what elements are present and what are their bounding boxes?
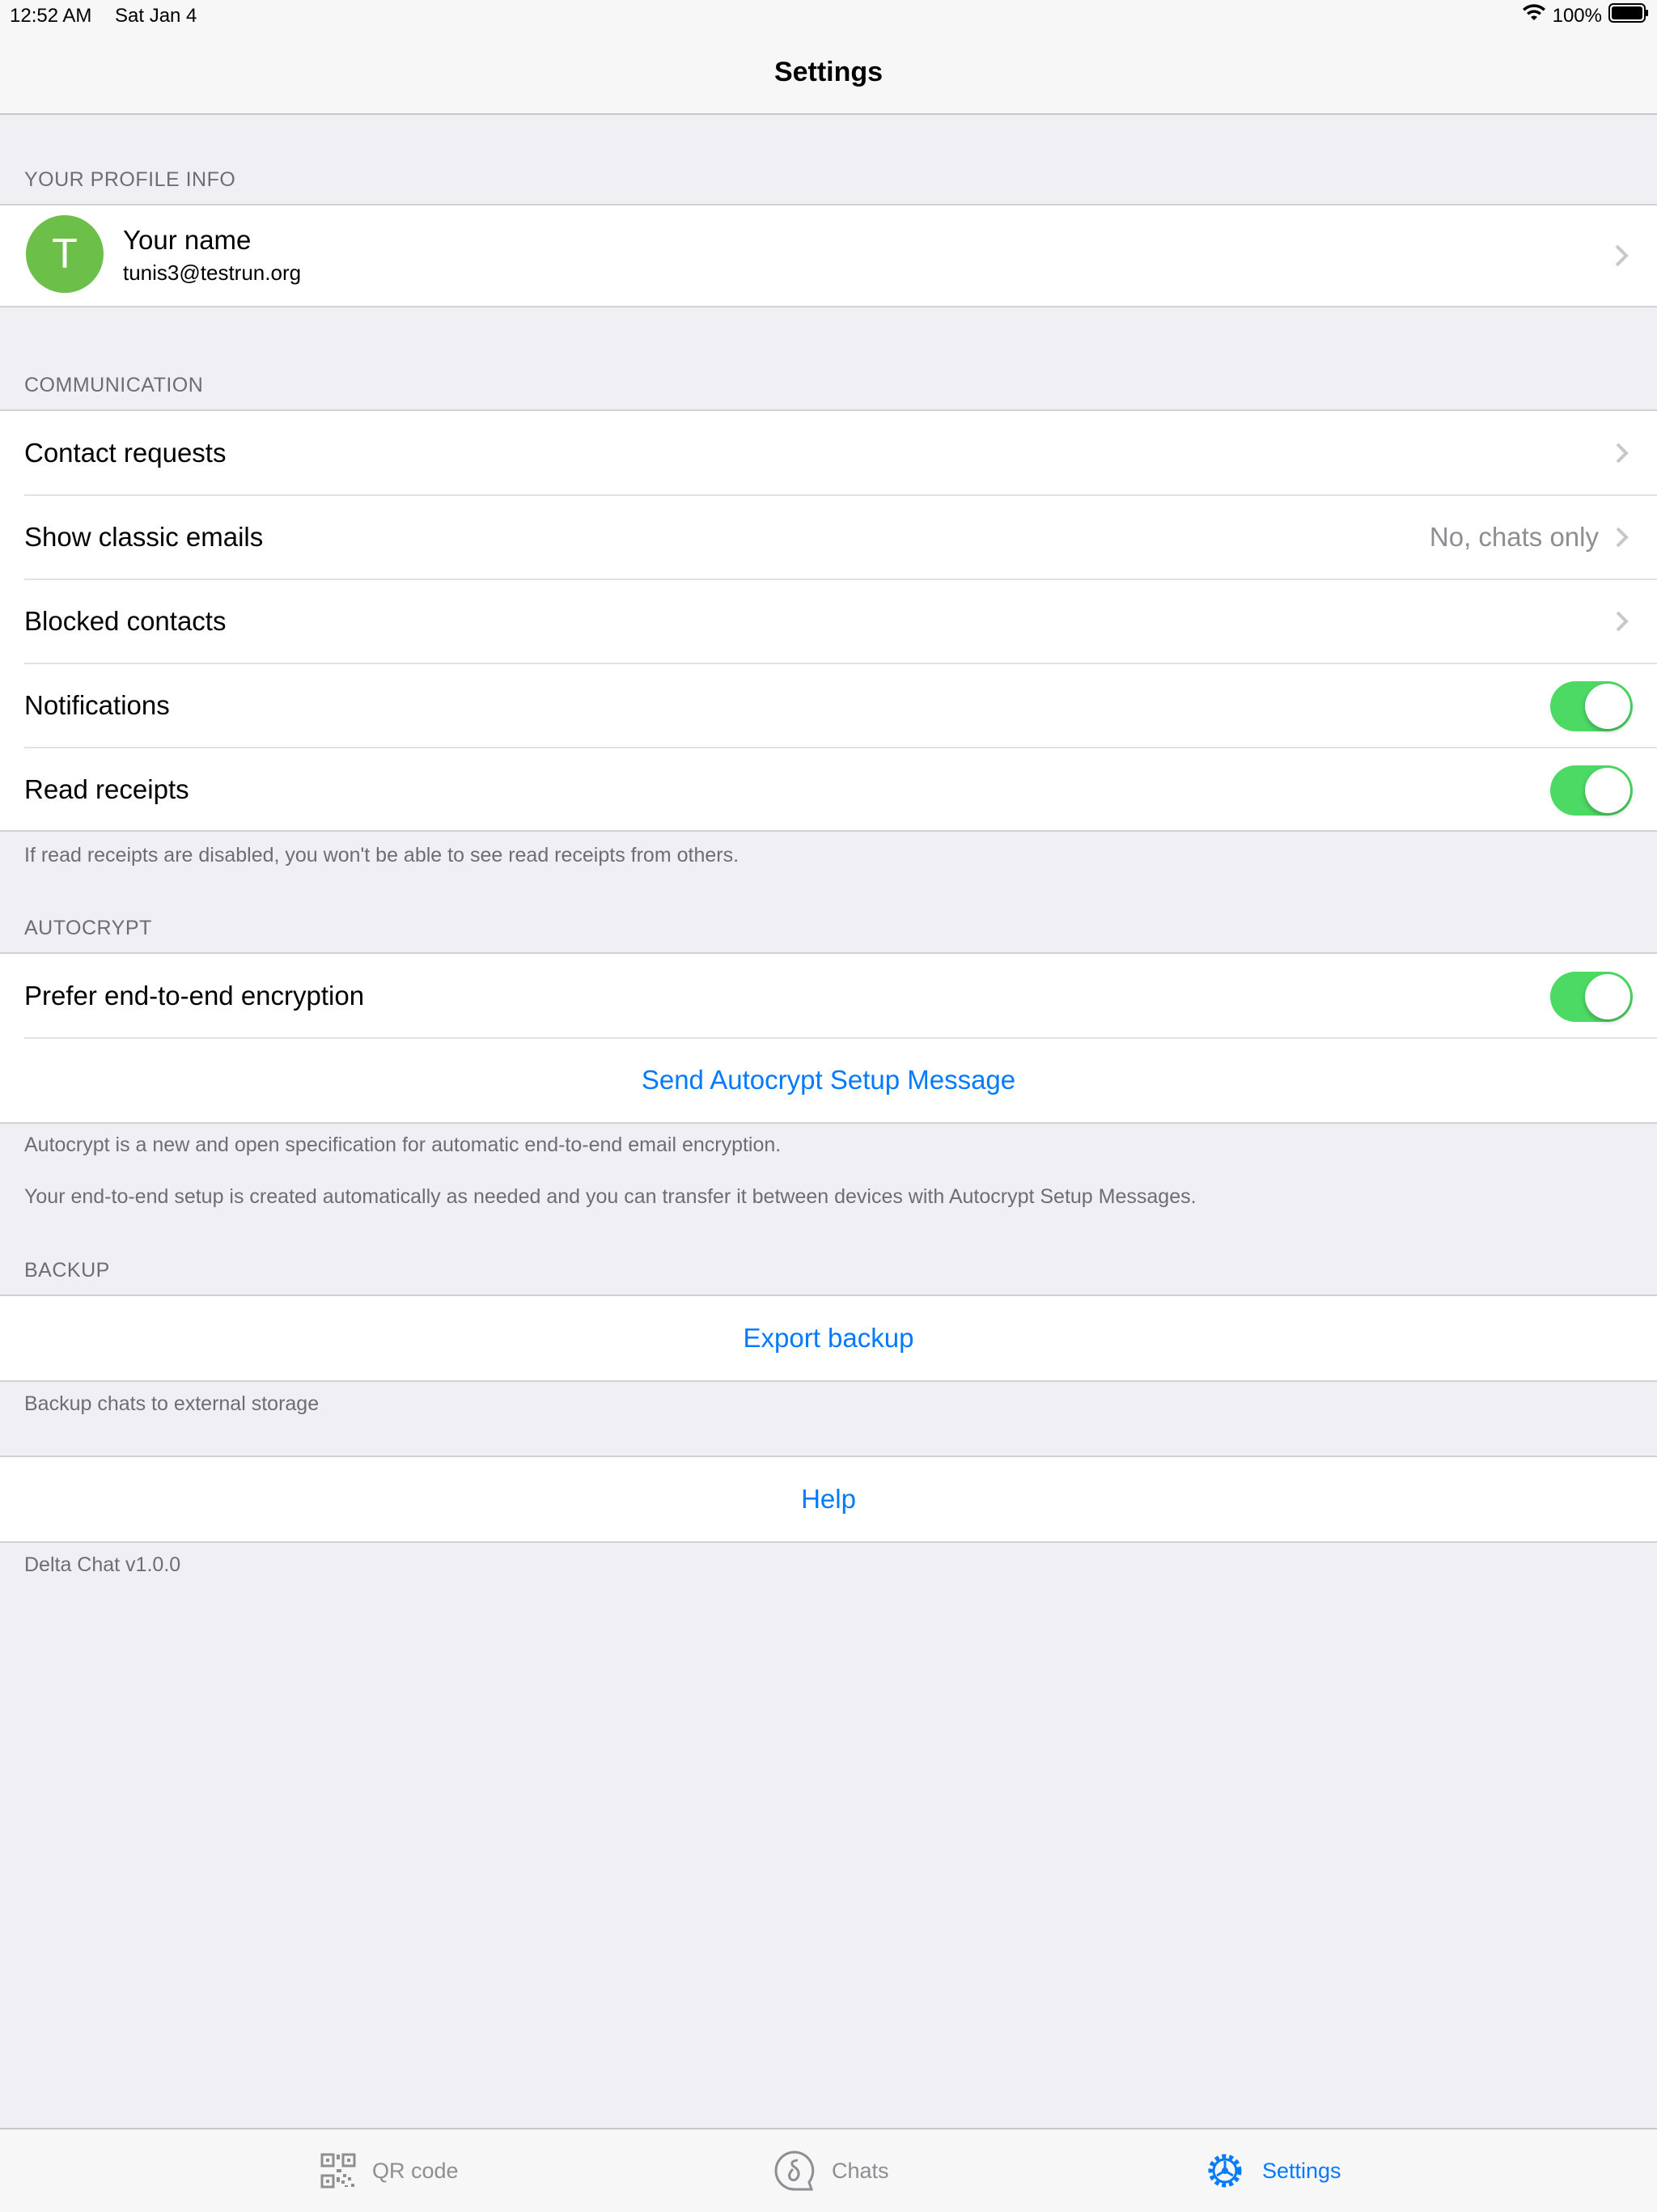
- status-bar: 12:52 AM Sat Jan 4 100%: [0, 0, 1657, 32]
- tab-settings[interactable]: Settings: [1204, 2129, 1341, 2212]
- battery-percent: 100%: [1552, 4, 1602, 27]
- wifi-icon: [1522, 4, 1546, 28]
- tab-chats[interactable]: Chats: [773, 2129, 889, 2212]
- tab-qr-code[interactable]: QR code: [320, 2129, 459, 2212]
- help-button[interactable]: Help: [0, 1456, 1657, 1543]
- gear-icon: [1208, 2154, 1242, 2188]
- status-right: 100%: [1522, 3, 1649, 28]
- autocrypt-group: Prefer end-to-end encryption Send Autocr…: [0, 952, 1657, 1124]
- profile-name: Your name: [123, 225, 252, 255]
- communication-group: Contact requests Show classic emails No,…: [0, 409, 1657, 832]
- show-classic-emails-row[interactable]: Show classic emails No, chats only: [0, 495, 1657, 580]
- read-receipts-toggle[interactable]: [1550, 765, 1633, 816]
- notifications-label: Notifications: [24, 690, 170, 720]
- profile-section-header: YOUR PROFILE INFO: [24, 168, 236, 191]
- help-row: Help: [0, 1457, 1657, 1541]
- backup-footer: Backup chats to external storage: [24, 1392, 320, 1415]
- read-receipts-label: Read receipts: [24, 774, 189, 804]
- prefer-e2e-row: Prefer end-to-end encryption: [0, 954, 1657, 1039]
- qr-code-icon: [320, 2153, 356, 2189]
- chevron-right-icon: [1615, 244, 1629, 267]
- prefer-e2e-toggle[interactable]: [1550, 972, 1633, 1022]
- chats-icon: [774, 2151, 815, 2191]
- chevron-right-icon: [1616, 443, 1629, 464]
- contact-requests-row[interactable]: Contact requests: [0, 411, 1657, 496]
- autocrypt-footer-2: Your end-to-end setup is created automat…: [24, 1185, 1197, 1208]
- battery-icon: [1608, 3, 1649, 28]
- notifications-toggle[interactable]: [1550, 681, 1633, 731]
- status-date: Sat Jan 4: [115, 5, 197, 27]
- contact-requests-label: Contact requests: [24, 438, 227, 468]
- backup-section-header: BACKUP: [24, 1259, 110, 1282]
- chevron-right-icon: [1616, 611, 1629, 632]
- blocked-contacts-label: Blocked contacts: [24, 606, 227, 636]
- export-backup-row: Export backup: [0, 1296, 1657, 1380]
- profile-row[interactable]: [0, 204, 1657, 307]
- chevron-right-icon: [1616, 527, 1629, 548]
- read-receipts-footer: If read receipts are disabled, you won't…: [24, 844, 740, 867]
- show-classic-emails-label: Show classic emails: [24, 522, 264, 552]
- version-label: Delta Chat v1.0.0: [24, 1553, 181, 1576]
- read-receipts-row: Read receipts: [0, 748, 1657, 832]
- blocked-contacts-row[interactable]: Blocked contacts: [0, 579, 1657, 664]
- prefer-e2e-label: Prefer end-to-end encryption: [24, 981, 365, 1011]
- profile-email: tunis3@testrun.org: [123, 261, 302, 285]
- autocrypt-section-header: AUTOCRYPT: [24, 917, 152, 939]
- send-autocrypt-setup-button[interactable]: Send Autocrypt Setup Message: [0, 1038, 1657, 1122]
- export-backup-label: Export backup: [743, 1323, 914, 1353]
- tab-chats-label: Chats: [832, 2158, 889, 2183]
- tab-qr-code-label: QR code: [372, 2158, 459, 2183]
- tab-settings-label: Settings: [1262, 2158, 1341, 2183]
- tab-bar: QR code Chats Settings: [0, 2128, 1657, 2212]
- notifications-row: Notifications: [0, 663, 1657, 748]
- status-time: 12:52 AM: [10, 5, 92, 27]
- communication-section-header: COMMUNICATION: [24, 374, 204, 396]
- avatar: T: [26, 215, 104, 293]
- autocrypt-footer-1: Autocrypt is a new and open specificatio…: [24, 1134, 782, 1156]
- export-backup-button[interactable]: Export backup: [0, 1295, 1657, 1382]
- show-classic-emails-value: No, chats only: [1429, 522, 1599, 552]
- send-autocrypt-setup-label: Send Autocrypt Setup Message: [641, 1065, 1016, 1095]
- help-label: Help: [801, 1484, 856, 1514]
- page-title: Settings: [773, 57, 884, 87]
